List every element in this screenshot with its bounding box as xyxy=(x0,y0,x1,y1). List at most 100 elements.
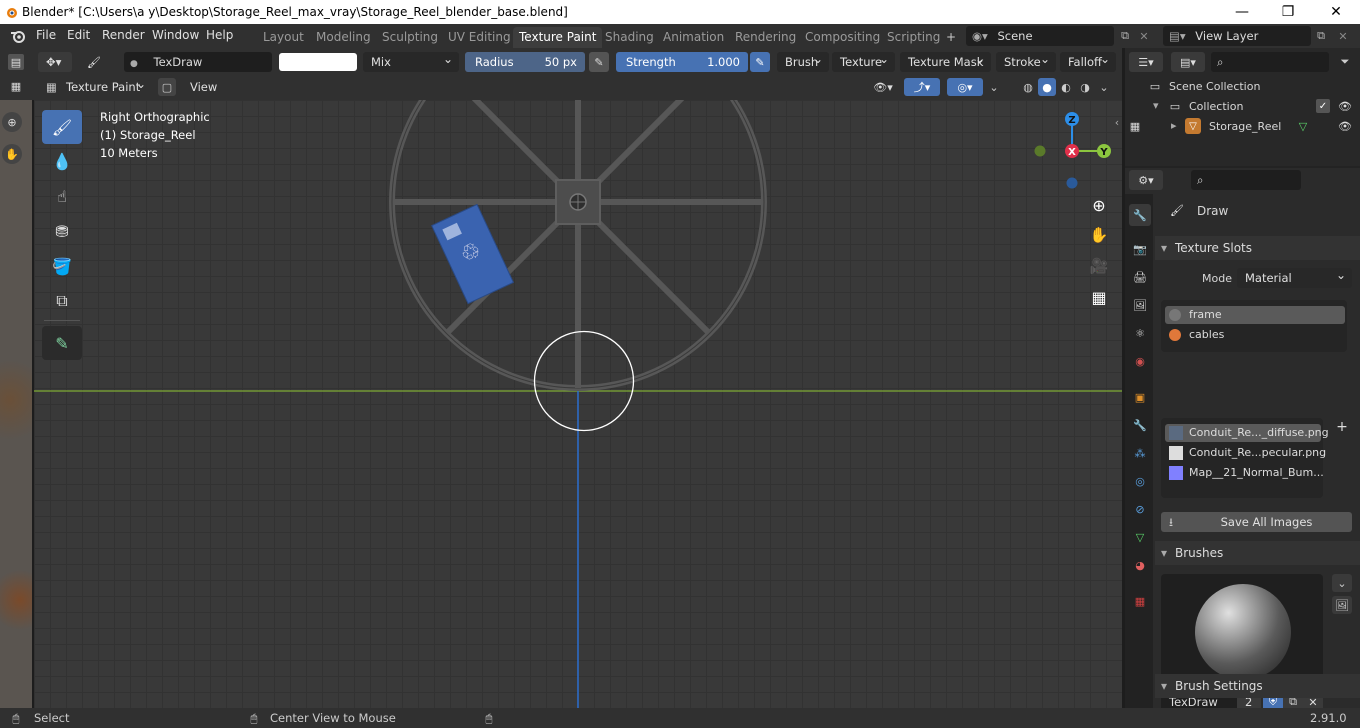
tool-clone[interactable]: ⛃ xyxy=(42,214,82,248)
add-workspace-button[interactable]: + xyxy=(940,27,962,48)
tab-rendering[interactable]: Rendering xyxy=(729,27,802,48)
3d-viewport[interactable]: ♲ Right Orthographic (1) Storage_Reel 10… xyxy=(34,100,1122,708)
display-mode-icon[interactable]: ▤▾ xyxy=(1171,52,1205,72)
tool-smear[interactable]: ☝ xyxy=(42,179,82,213)
texture-slots-panel-header[interactable]: Texture Slots xyxy=(1155,236,1360,260)
radius-pressure-icon[interactable]: ✎ xyxy=(589,52,609,72)
expand-collection-icon[interactable]: ▾ xyxy=(1153,99,1159,112)
ortho-toggle-icon[interactable]: ▦ xyxy=(1086,284,1112,310)
texture-tab-icon[interactable]: ▦ xyxy=(1129,590,1151,612)
modifiers-tab-icon[interactable]: 🔧 xyxy=(1129,414,1151,436)
world-tab-icon[interactable]: ◉ xyxy=(1129,350,1151,372)
scene-selector[interactable]: ◉▾ Scene xyxy=(966,26,1114,46)
view-layer-tab-icon[interactable]: 🖼 xyxy=(1129,294,1151,316)
delete-view-layer-icon[interactable]: ✕ xyxy=(1336,29,1350,43)
menu-file[interactable]: File xyxy=(36,28,56,42)
tab-modeling[interactable]: Modeling xyxy=(310,27,377,48)
constraints-tab-icon[interactable]: ⊘ xyxy=(1129,498,1151,520)
tab-compositing[interactable]: Compositing xyxy=(799,27,886,48)
outliner-row-scene-collection[interactable]: ▭ Scene Collection xyxy=(1125,76,1360,96)
texture-menu[interactable]: Texture xyxy=(832,49,895,72)
tool-tab-icon[interactable]: 🔧 xyxy=(1129,204,1151,226)
texture-mask-menu[interactable]: Texture Mask xyxy=(900,49,991,72)
shading-options-icon[interactable]: ⌄ xyxy=(1096,78,1112,96)
navigation-gizmo[interactable]: Z Y X xyxy=(1030,108,1120,198)
brush-name-field[interactable]: ● TexDraw xyxy=(124,52,272,72)
material-item-cables[interactable]: cables xyxy=(1165,326,1345,344)
material-preview-icon[interactable]: ◐ xyxy=(1057,78,1075,96)
tab-layout[interactable]: Layout xyxy=(257,27,310,48)
physics-tab-icon[interactable]: ◎ xyxy=(1129,470,1151,492)
image-item-normal[interactable]: Map__21_Normal_Bum... xyxy=(1165,464,1324,482)
blend-mode-dropdown[interactable]: Mix xyxy=(363,49,459,72)
image-item-specular[interactable]: Conduit_Re...pecular.png xyxy=(1165,444,1326,462)
new-scene-icon[interactable]: ⧉ xyxy=(1118,29,1132,43)
data-tab-icon[interactable]: ▽ xyxy=(1129,526,1151,548)
maximize-button[interactable]: ❐ xyxy=(1268,2,1308,22)
solid-shading-icon[interactable]: ● xyxy=(1038,78,1056,96)
tab-uv-editing[interactable]: UV Editing xyxy=(442,27,517,48)
pan-hand-icon[interactable]: ✋ xyxy=(2,144,22,164)
zoom-icon[interactable]: ⊕ xyxy=(2,112,22,132)
sidebar-toggle-icon[interactable]: ‹ xyxy=(1112,114,1122,130)
object-tab-icon[interactable]: ▣ xyxy=(1129,386,1151,408)
collection-checkbox[interactable]: ✓ xyxy=(1316,99,1330,113)
tool-soften[interactable]: 💧 xyxy=(42,144,82,178)
delete-scene-icon[interactable]: ✕ xyxy=(1137,29,1151,43)
output-tab-icon[interactable]: 🖨 xyxy=(1129,266,1151,288)
menu-edit[interactable]: Edit xyxy=(67,28,90,42)
filter-icon[interactable]: ⏷ xyxy=(1335,52,1355,72)
camera-view-icon[interactable]: 🎥 xyxy=(1086,253,1112,279)
menu-window[interactable]: Window xyxy=(152,28,199,42)
outliner-row-collection[interactable]: ▾ ▭ Collection ✓ 👁 xyxy=(1125,96,1360,116)
outliner-row-storage-reel[interactable]: ▦ ▸ ▽ Storage_Reel ▽ 👁 xyxy=(1125,116,1360,136)
add-image-icon[interactable]: + xyxy=(1332,418,1352,436)
tab-scripting[interactable]: Scripting xyxy=(881,27,946,48)
brush-custom-icon[interactable]: 🖼 xyxy=(1332,596,1352,614)
brush-settings-panel-header[interactable]: Brush Settings xyxy=(1155,674,1360,698)
mask-toggle-icon[interactable]: ▢ xyxy=(158,78,176,96)
tool-draw[interactable]: 🖌 xyxy=(42,110,82,144)
menu-help[interactable]: Help xyxy=(206,28,233,42)
new-view-layer-icon[interactable]: ⧉ xyxy=(1314,29,1328,43)
collection-visibility-eye-icon[interactable]: 👁 xyxy=(1337,98,1353,114)
tab-shading[interactable]: Shading xyxy=(599,27,660,48)
scene-tab-icon[interactable]: ⚛ xyxy=(1129,322,1151,344)
properties-editor-type-icon[interactable]: ⚙▾ xyxy=(1129,170,1163,190)
rendered-shading-icon[interactable]: ◑ xyxy=(1076,78,1094,96)
overlays-toggle-icon[interactable]: ◎▾ xyxy=(947,78,983,96)
slot-mode-dropdown[interactable]: Material xyxy=(1237,265,1352,288)
blender-menu-icon[interactable] xyxy=(10,29,26,43)
material-tab-icon[interactable]: ◕ xyxy=(1129,554,1151,576)
view-layer-selector[interactable]: ▤▾ View Layer xyxy=(1163,26,1311,46)
minimize-button[interactable]: — xyxy=(1222,2,1262,22)
material-item-frame[interactable]: frame xyxy=(1165,306,1345,324)
mode-dropdown[interactable]: ▦ Texture Paint xyxy=(40,74,152,97)
falloff-menu[interactable]: Falloff xyxy=(1060,49,1116,72)
tool-fill[interactable]: 🪣 xyxy=(42,249,82,283)
tool-settings-toggle[interactable]: ✥▾ xyxy=(38,52,72,72)
radius-slider[interactable]: Radius 50 px xyxy=(465,52,585,72)
tool-annotate[interactable]: ✎ xyxy=(42,326,82,360)
brush-menu[interactable]: Brush xyxy=(777,49,829,72)
particles-tab-icon[interactable]: ⁂ xyxy=(1129,442,1151,464)
save-all-images-button[interactable]: ⭳ Save All Images xyxy=(1161,512,1352,532)
tab-sculpting[interactable]: Sculpting xyxy=(376,27,444,48)
image-item-diffuse[interactable]: Conduit_Re..._diffuse.png xyxy=(1165,424,1329,442)
visibility-eye-icon[interactable]: 👁▾ xyxy=(868,78,898,96)
gizmo-toggle-icon[interactable]: ⤴▾ xyxy=(904,78,940,96)
pan-view-icon[interactable]: ✋ xyxy=(1086,222,1112,248)
tab-animation[interactable]: Animation xyxy=(657,27,730,48)
menu-render[interactable]: Render xyxy=(102,28,145,42)
render-tab-icon[interactable]: 📷 xyxy=(1129,238,1151,260)
tab-texture-paint[interactable]: Texture Paint xyxy=(513,27,603,48)
strength-pressure-icon[interactable]: ✎ xyxy=(750,52,770,72)
expand-object-icon[interactable]: ▸ xyxy=(1171,119,1177,132)
object-visibility-eye-icon[interactable]: 👁 xyxy=(1337,118,1353,134)
outliner-search-input[interactable]: ⌕ xyxy=(1211,52,1329,72)
brush-list-dropdown-icon[interactable]: ⌄ xyxy=(1332,574,1352,592)
brushes-panel-header[interactable]: Brushes xyxy=(1155,541,1360,565)
strength-slider[interactable]: Strength 1.000 xyxy=(616,52,748,72)
close-window-button[interactable]: ✕ xyxy=(1316,2,1356,22)
view-menu[interactable]: View xyxy=(182,77,222,97)
